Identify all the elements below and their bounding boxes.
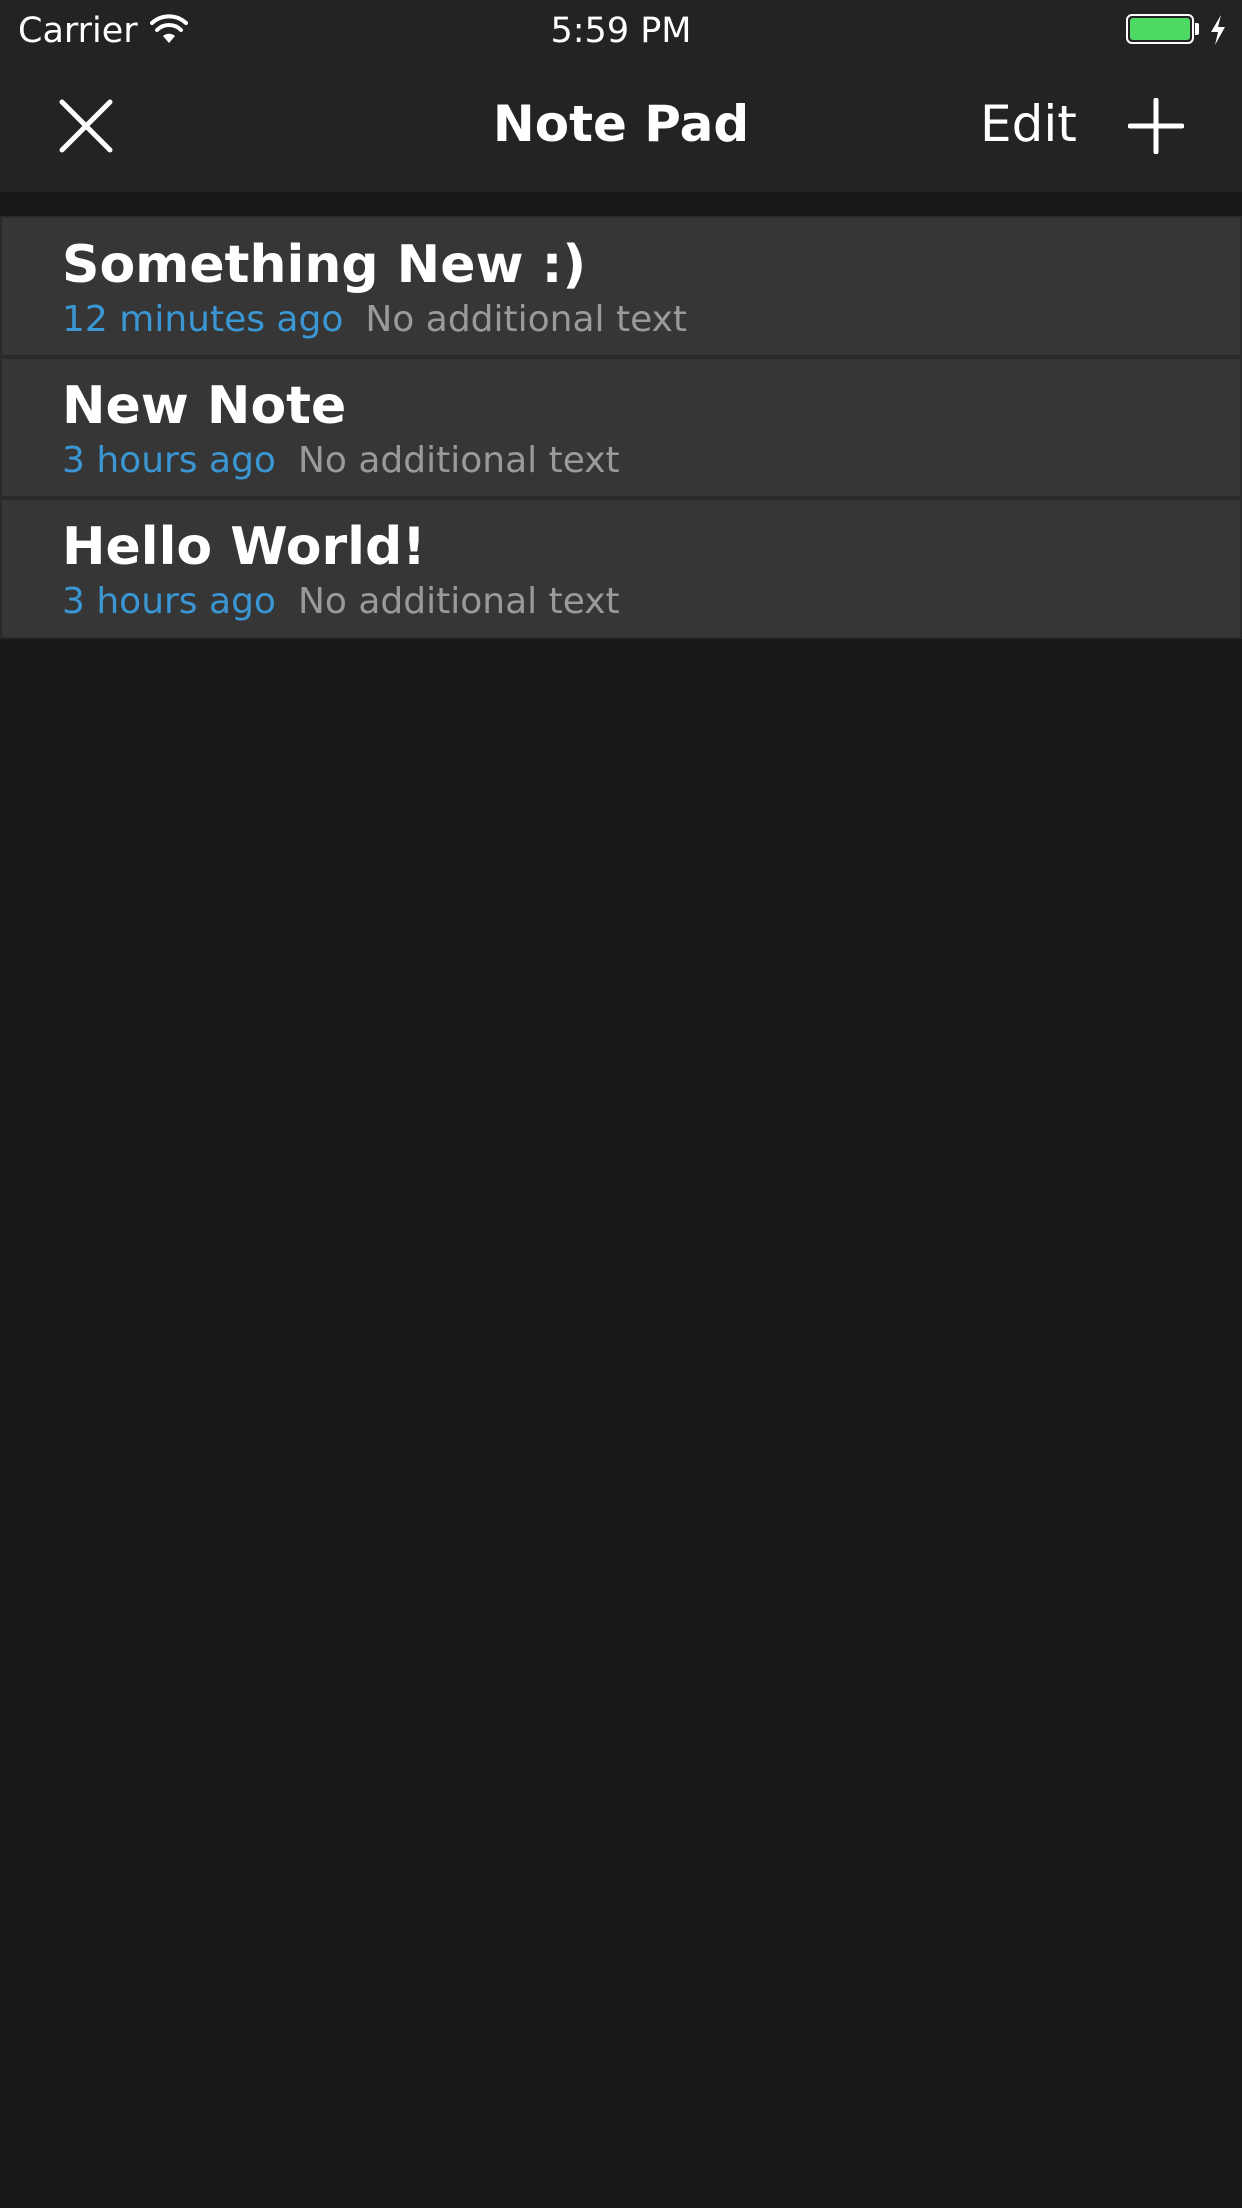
notes-list: Something New :) 12 minutes ago No additi… (0, 216, 1242, 639)
navigation-bar: Note Pad Edit (0, 62, 1242, 192)
note-title: Something New :) (62, 235, 587, 295)
note-meta: 3 hours ago No additional text (62, 439, 620, 483)
status-bar: Carrier 5:59 PM (0, 0, 1242, 62)
charging-icon (1211, 15, 1225, 45)
note-preview: No additional text (297, 440, 620, 481)
battery-level (1130, 18, 1190, 40)
status-time: 5:59 PM (550, 11, 692, 51)
note-timestamp: 3 hours ago (62, 440, 276, 481)
note-title: Hello World! (62, 517, 426, 577)
battery-body (1126, 14, 1194, 44)
note-preview: No additional text (365, 299, 688, 340)
top-bar: Carrier 5:59 PM Note Pad Edit (0, 0, 1242, 192)
note-meta: 3 hours ago No additional text (62, 580, 620, 624)
note-row[interactable]: New Note 3 hours ago No additional text (0, 357, 1242, 498)
note-preview: No additional text (297, 581, 620, 622)
note-meta: 12 minutes ago No additional text (62, 298, 687, 342)
note-timestamp: 3 hours ago (62, 581, 276, 622)
note-timestamp: 12 minutes ago (62, 299, 344, 340)
note-title: New Note (62, 376, 347, 436)
battery-tip (1195, 23, 1199, 35)
add-note-button[interactable] (1116, 86, 1196, 166)
plus-icon (1128, 98, 1184, 154)
note-row[interactable]: Hello World! 3 hours ago No additional te… (0, 498, 1242, 639)
edit-button[interactable]: Edit (980, 92, 1077, 156)
battery-icon (1126, 14, 1202, 46)
note-row[interactable]: Something New :) 12 minutes ago No additi… (0, 216, 1242, 357)
